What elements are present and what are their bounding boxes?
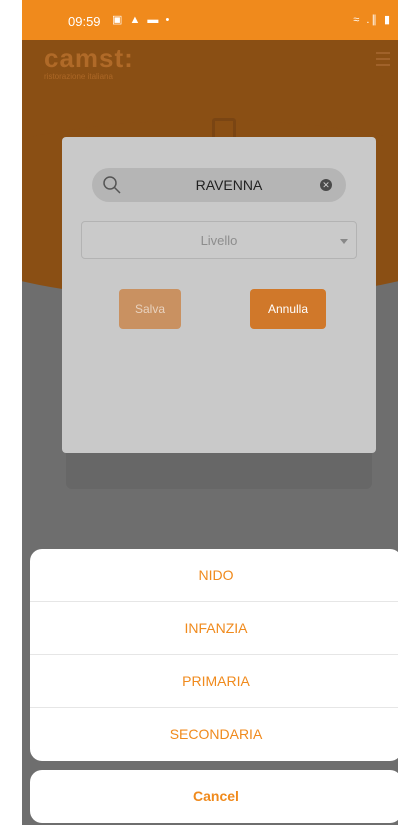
chevron-down-icon (340, 239, 348, 244)
level-action-sheet: NIDO INFANZIA PRIMARIA SECONDARIA (30, 549, 398, 761)
brand-tagline: ristorazione italiana (44, 72, 113, 81)
cancel-button[interactable]: Annulla (250, 289, 326, 329)
action-sheet-option-nido[interactable]: NIDO (30, 549, 398, 602)
search-input-value[interactable]: RAVENNA (152, 177, 306, 193)
level-select[interactable]: Livello (81, 221, 357, 259)
action-sheet-option-secondaria[interactable]: SECONDARIA (30, 708, 398, 761)
brand-name: camst: (44, 43, 134, 73)
notification-icons: ▣ ▲ ▬ • (112, 14, 172, 26)
status-bar: 09:59 ▣ ▲ ▬ • ≈ .∥ ▮ (22, 0, 398, 40)
action-sheet-cancel-button[interactable]: Cancel (30, 770, 398, 823)
filter-dialog: RAVENNA ✕ Livello Salva Annulla (62, 137, 376, 453)
level-select-placeholder: Livello (200, 233, 238, 248)
action-sheet-option-infanzia[interactable]: INFANZIA (30, 602, 398, 655)
brand-logo: camst: ristorazione italiana (44, 44, 134, 81)
hamburger-menu-icon[interactable] (376, 52, 390, 70)
system-status-icons: ≈ .∥ ▮ (353, 14, 392, 26)
save-button[interactable]: Salva (119, 289, 181, 329)
clear-search-icon[interactable]: ✕ (320, 179, 332, 191)
action-sheet-option-primaria[interactable]: PRIMARIA (30, 655, 398, 708)
status-time: 09:59 (68, 14, 101, 29)
search-icon (103, 176, 121, 194)
search-field[interactable]: RAVENNA ✕ (92, 168, 346, 202)
